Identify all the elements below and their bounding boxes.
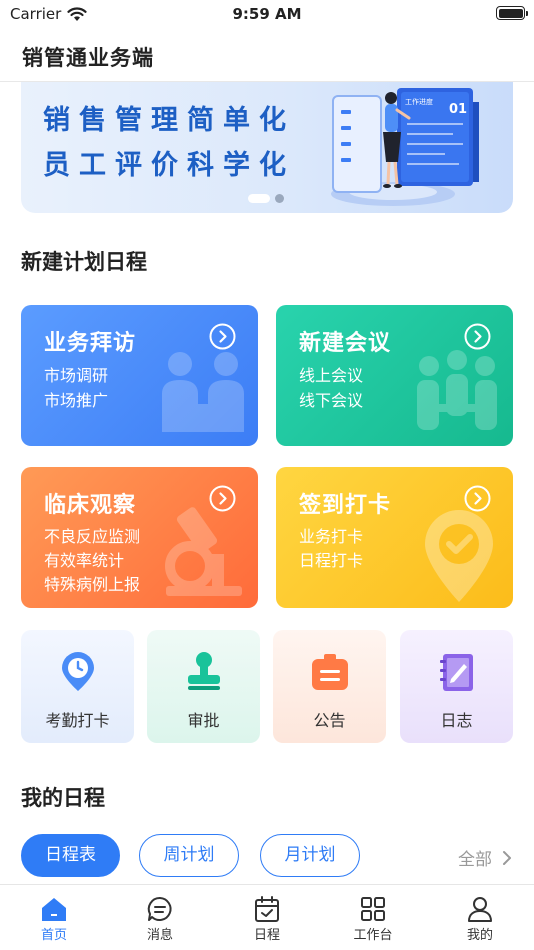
grid-icon — [361, 897, 385, 921]
card-title: 业务拜访 — [44, 331, 137, 356]
pagination-dot-active — [248, 194, 270, 203]
section-title-plan: 新建计划日程 — [21, 250, 147, 274]
profile-icon — [468, 897, 492, 922]
banner-line-2: 员工评价科学化 — [43, 150, 295, 181]
card-subtitle: 线下会议 — [299, 391, 364, 410]
board-label: 工作进度 — [405, 97, 433, 106]
card-subtitle: 线上会议 — [299, 366, 364, 385]
card-business-visit[interactable]: 业务拜访 市场调研 市场推广 — [21, 305, 258, 446]
tab-weekly-plan[interactable]: 周计划 — [139, 834, 239, 877]
tab-daily-schedule[interactable]: 日程表 — [21, 834, 120, 877]
calendar-icon — [255, 896, 279, 922]
message-icon — [147, 896, 172, 921]
card-subtitle: 市场推广 — [44, 391, 109, 410]
status-time: 9:59 AM — [232, 5, 302, 23]
tile-attendance[interactable]: 考勤打卡 — [21, 630, 134, 743]
board-number: 01 — [449, 102, 467, 117]
tab-monthly-plan[interactable]: 月计划 — [260, 834, 360, 877]
chevron-right-circle-icon[interactable] — [464, 323, 491, 350]
card-subtitle: 有效率统计 — [44, 551, 125, 570]
tile-label: 日志 — [440, 711, 473, 730]
card-subtitle: 业务打卡 — [299, 527, 364, 546]
tile-log[interactable]: 日志 — [400, 630, 513, 743]
location-check-icon — [425, 510, 493, 602]
banner-line-1: 销售管理简单化 — [43, 105, 295, 136]
card-clinical-observation[interactable]: 临床观察 不良反应监测 有效率统计 特殊病例上报 — [21, 467, 258, 608]
card-new-meeting[interactable]: 新建会议 线上会议 线下会议 — [276, 305, 513, 446]
microscope-icon — [165, 507, 242, 596]
card-subtitle: 不良反应监测 — [44, 527, 141, 546]
tab-label: 工作台 — [353, 928, 393, 943]
tile-approval[interactable]: 审批 — [147, 630, 260, 743]
card-check-in[interactable]: 签到打卡 业务打卡 日程打卡 — [276, 467, 513, 608]
page-title: 销管通业务端 — [22, 46, 154, 70]
tab-label: 消息 — [146, 928, 173, 943]
chevron-right-circle-icon[interactable] — [209, 485, 236, 512]
chevron-right-icon — [503, 850, 511, 865]
tile-announcement[interactable]: 公告 — [273, 630, 386, 743]
chevron-right-circle-icon[interactable] — [464, 485, 491, 512]
card-title: 临床观察 — [44, 493, 137, 518]
view-all-link[interactable]: 全部 — [458, 845, 512, 870]
status-bar: Carrier 9:59 AM — [0, 0, 534, 30]
tab-messages[interactable]: 消息 — [120, 895, 200, 943]
card-title: 签到打卡 — [299, 493, 392, 518]
card-subtitle: 特殊病例上报 — [44, 575, 141, 594]
tab-bar: 首页 消息 日程 工作台 我的 — [0, 884, 534, 950]
tab-label: 日程 — [253, 928, 280, 943]
location-clock-icon — [62, 652, 94, 691]
tile-label: 考勤打卡 — [45, 711, 110, 730]
banner-illustration: 工作进度 01 — [331, 88, 479, 206]
handshake-people-icon — [162, 352, 244, 432]
tab-label: 首页 — [40, 928, 67, 943]
section-title-schedule: 我的日程 — [21, 786, 105, 810]
nav-bar: 销管通业务端 — [0, 30, 534, 82]
pagination-dot — [275, 194, 284, 203]
banner-pagination — [248, 194, 284, 203]
tab-schedule[interactable]: 日程 — [227, 895, 307, 943]
tab-label: 我的 — [466, 928, 493, 943]
tab-profile[interactable]: 我的 — [440, 895, 520, 943]
announcement-icon — [312, 654, 348, 690]
view-all-label: 全部 — [458, 850, 492, 870]
banner-carousel[interactable]: 销售管理简单化 员工评价科学化 工作进度 01 — [21, 82, 513, 213]
battery-icon — [496, 6, 528, 20]
stamp-icon — [188, 652, 220, 690]
tab-home[interactable]: 首页 — [14, 895, 94, 943]
card-subtitle: 市场调研 — [44, 366, 109, 385]
meeting-people-icon — [417, 350, 497, 430]
chevron-right-circle-icon[interactable] — [209, 323, 236, 350]
notebook-icon — [440, 654, 473, 691]
card-subtitle: 日程打卡 — [299, 551, 364, 570]
tile-label: 公告 — [313, 711, 346, 730]
tab-workbench[interactable]: 工作台 — [333, 895, 413, 943]
home-icon — [42, 898, 66, 921]
card-title: 新建会议 — [299, 331, 392, 356]
tile-label: 审批 — [187, 711, 220, 730]
